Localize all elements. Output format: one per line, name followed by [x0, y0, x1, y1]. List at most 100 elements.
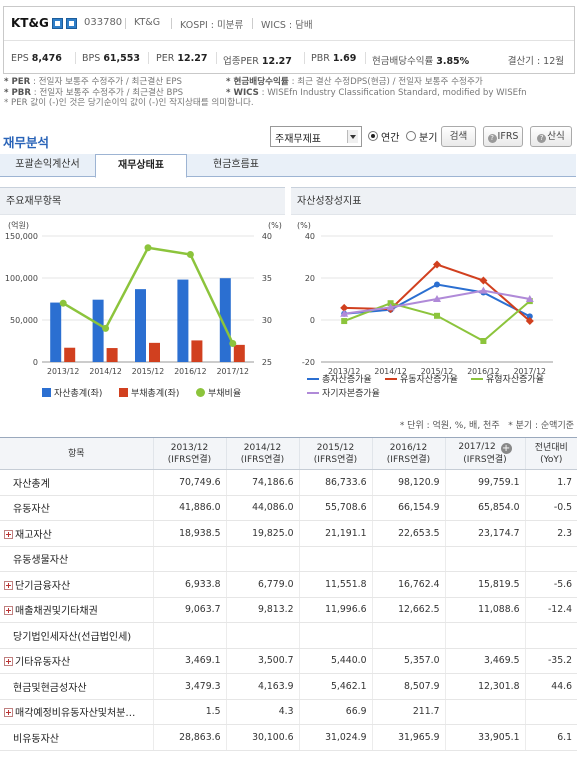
row-label: 당기법인세자산(선급법인세) — [0, 622, 153, 649]
col-header-2014[interactable]: 2014/12 (IFRS연결) — [225, 437, 299, 470]
search-button[interactable]: 검색 — [441, 126, 476, 147]
bar-debt — [106, 348, 118, 362]
bar-debt — [64, 347, 76, 362]
expand-row-icon[interactable] — [4, 606, 13, 616]
table-cell: 28,863.6 — [152, 724, 226, 751]
radio-quarter[interactable] — [406, 131, 416, 141]
y-tick-label: 20 — [305, 274, 315, 283]
row-label[interactable]: 기타유동자산 — [0, 648, 153, 674]
radio-quarter-label: 분기 — [419, 133, 438, 144]
line-debt-ratio — [62, 246, 234, 345]
radio-annual-label: 연간 — [381, 133, 400, 144]
tab-income-statement[interactable]: 포괄손익계산서 — [0, 154, 95, 177]
row-label: 자산총계 — [0, 469, 153, 496]
row-label[interactable]: 단기금융자산 — [0, 571, 153, 598]
table-cell: 70,749.6 — [152, 469, 226, 496]
divider — [75, 52, 76, 64]
table-cell: 5,357.0 — [371, 648, 445, 674]
yoy-cell: 1.7 — [524, 469, 577, 496]
expand-row-icon[interactable] — [4, 529, 13, 539]
table-cell: 9,813.2 — [225, 597, 299, 623]
company-name: KT&G — [11, 16, 49, 30]
x-tick-label: 2017/12 — [217, 367, 249, 376]
legend-label: 부채총계(좌) — [131, 387, 179, 399]
col-header-2015[interactable]: 2015/12 (IFRS연결) — [298, 437, 372, 470]
bar-assets — [135, 289, 146, 362]
tab-balance-sheet[interactable]: 재무상태표 — [95, 154, 187, 178]
table-header-row: 항목 2013/12 (IFRS연결) 2014/12 (IFRS연결) 2015/… — [0, 437, 577, 470]
legend-label: 자기자본증가율 — [322, 388, 380, 399]
y-tick-label: 50,000 — [10, 316, 38, 325]
expand-row-icon[interactable] — [4, 708, 13, 718]
row-label: 유동자산 — [0, 495, 153, 521]
col-header-2017[interactable]: 2017/12 + (IFRS연결) — [444, 437, 525, 470]
indicator-notes: * PER : 전일자 보통주 수정주가 / 최근결산 EPS * 현금배당수익… — [4, 77, 576, 109]
table-cell: 19,825.0 — [225, 520, 299, 547]
table-cell — [371, 546, 445, 572]
table-cell: 99,759.1 — [444, 469, 525, 496]
ifrs-button[interactable]: ? IFRS — [483, 126, 523, 147]
table-cell — [298, 546, 372, 572]
row-label[interactable]: 재고자산 — [0, 520, 153, 547]
point-debt-ratio — [186, 250, 194, 258]
yoy-cell: 44.6 — [524, 673, 577, 700]
y-tick-label: 150,000 — [5, 232, 38, 241]
row-label[interactable]: 매출채권및기타채권 — [0, 597, 153, 623]
table-cell: 9,063.7 — [152, 597, 226, 623]
series-line — [344, 263, 531, 322]
table-cell: 22,653.5 — [371, 520, 445, 547]
section-title: 재무분석 — [3, 135, 50, 150]
table-cell: 3,500.7 — [225, 648, 299, 674]
row-label: 유동생물자산 — [0, 546, 153, 572]
table-cell: 8,507.9 — [371, 673, 445, 700]
legend-label: 총자산증가율 — [322, 374, 372, 385]
y-axis-unit: (억원) — [8, 220, 29, 230]
table-cell: 66.9 — [298, 699, 372, 725]
table-cell — [298, 622, 372, 649]
formula-button[interactable]: ? 산식 — [530, 126, 572, 147]
yoy-cell — [524, 622, 577, 649]
stat-eps: EPS 8,476 — [11, 53, 62, 64]
y-tick-label: -20 — [302, 358, 315, 367]
table-cell: 86,733.6 — [298, 469, 372, 496]
legend-swatch — [119, 388, 128, 397]
table-cell: 6,779.0 — [225, 571, 299, 598]
row-label[interactable]: 매각예정비유동자산및처분… — [0, 699, 153, 725]
table-cell: 55,708.6 — [298, 495, 372, 521]
expand-row-icon[interactable] — [4, 657, 13, 667]
col-header-2016[interactable]: 2016/12 (IFRS연결) — [371, 437, 445, 470]
col-header-item: 항목 — [0, 437, 153, 470]
table-cell: 31,024.9 — [298, 724, 372, 751]
table-row: 당기법인세자산(선급법인세) — [0, 622, 577, 649]
table-row: 유동자산 41,886.0 44,086.0 55,708.6 66,154.9 65,8… — [0, 495, 577, 521]
expand-row-icon[interactable] — [4, 580, 13, 590]
table-cell: 15,819.5 — [444, 571, 525, 598]
table-cell — [444, 546, 525, 572]
table-cell: 66,154.9 — [371, 495, 445, 521]
company-info-icon[interactable] — [66, 18, 77, 29]
radio-annual[interactable] — [368, 131, 378, 141]
point-debt-ratio — [229, 340, 237, 348]
bar-debt — [191, 340, 203, 362]
table-cell: 11,551.8 — [298, 571, 372, 598]
statement-tabs: 포괄손익계산서 재무상태표 현금흐름표 — [0, 154, 576, 178]
table-row: 재고자산 18,938.5 19,825.0 21,191.1 22,653.5 23,1… — [0, 520, 577, 547]
divider — [252, 18, 253, 29]
company-short-name: KT&G — [134, 17, 161, 28]
asset-growth-chart: (%)40200-202013/12 2014/12 2015/12 2016/12 2… — [297, 221, 553, 399]
company-home-icon[interactable] — [52, 18, 63, 29]
yoy-cell — [524, 699, 577, 725]
bar-debt — [233, 344, 245, 362]
table-row: 기타유동자산 3,469.1 3,500.7 5,440.0 5,357.0 3,469.… — [0, 648, 577, 674]
table-cell — [444, 622, 525, 649]
statement-type-select[interactable]: 주재무제표 — [270, 126, 362, 147]
tab-cash-flow[interactable]: 현금흐름표 — [187, 154, 285, 177]
divider — [148, 52, 149, 64]
table-cell: 18,938.5 — [152, 520, 226, 547]
divider — [365, 52, 366, 64]
right-panel-title: 자산성장성지표 — [291, 187, 576, 215]
col-header-2013[interactable]: 2013/12 (IFRS연결) — [152, 437, 226, 470]
expand-columns-icon[interactable]: + — [500, 443, 512, 454]
table-cell: 74,186.6 — [225, 469, 299, 496]
yoy-cell: -35.2 — [524, 648, 577, 674]
